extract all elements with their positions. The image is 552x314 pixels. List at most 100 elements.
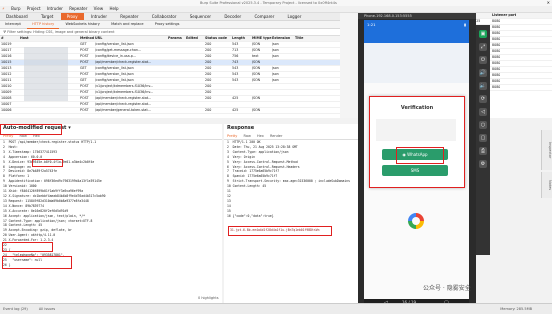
volume-down-icon[interactable]: 🔉	[479, 82, 487, 90]
tab-logger[interactable]: Logger	[282, 13, 308, 20]
phone-app-background	[364, 43, 469, 83]
event-log-link[interactable]: Event log (29)	[3, 307, 28, 311]
tab-http-history[interactable]: HTTP history	[27, 21, 60, 29]
google-logo-icon	[408, 213, 424, 229]
menu-item[interactable]: Burp	[11, 6, 20, 12]
table-cell: 10009	[1, 90, 12, 94]
tab-hex[interactable]: Hex	[257, 134, 264, 138]
rotate-icon[interactable]: ⟳	[479, 95, 487, 103]
table-cell: POST	[80, 108, 89, 112]
table-cell: json	[272, 54, 279, 58]
tab-inspector[interactable]: Inspector	[541, 130, 552, 170]
table-cell: 425	[232, 108, 239, 112]
table-cell: /api/member/general-token-stat...	[95, 108, 151, 112]
table-row[interactable]: 10006 POST/api/member/general-token-stat.…	[0, 108, 340, 114]
table-cell: JSON	[252, 42, 261, 46]
tab-notes[interactable]: Notes	[541, 172, 552, 198]
table-cell: 10008	[1, 96, 12, 100]
power-icon[interactable]: ⏻	[479, 56, 487, 64]
table-cell: POST	[80, 96, 89, 100]
table-cell: 756	[232, 54, 239, 58]
menu-item[interactable]: View	[94, 6, 104, 12]
table-cell: 10007	[1, 102, 12, 106]
home-icon[interactable]: ○	[479, 121, 487, 129]
column-header[interactable]: MIME type	[252, 36, 272, 41]
http-history-table: # Host Method URL Params Edited Status c…	[0, 36, 340, 118]
menu-item[interactable]: Project	[27, 6, 41, 12]
phone-status-bar: 1:21 ▮	[364, 20, 469, 29]
table-cell: /config/version_list.json	[95, 72, 134, 76]
tab-intruder[interactable]: Intruder	[85, 13, 113, 20]
table-cell: GET	[80, 66, 87, 70]
table-cell: 8080	[492, 19, 501, 23]
tab-decoder[interactable]: Decoder	[218, 13, 247, 20]
table-cell: 8080	[492, 85, 501, 89]
table-cell: 743	[232, 60, 239, 64]
tab-render[interactable]: Render	[270, 134, 282, 138]
tab-pretty[interactable]: Pretty	[227, 134, 237, 138]
chevron-down-icon[interactable]: ▾	[68, 125, 71, 131]
table-cell: 8080	[492, 73, 501, 77]
table-cell: GET	[80, 42, 87, 46]
tab-sequencer[interactable]: Sequencer	[184, 13, 217, 20]
tab-match-replace[interactable]: Match and replace	[106, 21, 148, 28]
table-cell: 8080	[492, 31, 501, 35]
column-header[interactable]: Listener port	[492, 13, 516, 18]
table-cell: JSON	[252, 60, 261, 64]
menu-item[interactable]: Help	[109, 6, 118, 12]
android-icon[interactable]: ▣	[479, 30, 487, 38]
all-issues-link[interactable]: All issues	[39, 307, 55, 311]
tab-proxy[interactable]: Proxy	[60, 13, 84, 20]
phone-window-title: Phone-192.168.0.153:5555	[358, 13, 476, 19]
column-header[interactable]: Edited	[186, 36, 204, 41]
tab-raw[interactable]: Raw	[244, 134, 251, 138]
column-header[interactable]: Extension	[272, 36, 294, 41]
tab-websockets-history[interactable]: WebSockets history	[60, 21, 104, 28]
fullscreen-icon[interactable]: ⤢	[479, 43, 487, 51]
column-header[interactable]: #	[1, 36, 18, 41]
response-subtabs: Pretty Raw Hex Render	[224, 133, 358, 140]
back-icon[interactable]: ◁	[479, 108, 487, 116]
table-cell: 8080	[492, 61, 501, 65]
response-title: Response	[227, 125, 255, 131]
tab-dashboard[interactable]: Dashboard	[0, 13, 34, 20]
response-editor[interactable]: 1 HTTP/1.1 200 OK 2 Date: Thu, 21 Aug 202…	[224, 140, 358, 219]
table-cell: /v1/project/kdmembers-f1036/inv...	[95, 84, 154, 88]
menu-item[interactable]: Repeater	[69, 6, 87, 12]
menu-item[interactable]: Intruder	[47, 6, 63, 12]
table-cell: 543	[232, 72, 239, 76]
tab-proxy-settings[interactable]: Proxy settings	[150, 21, 185, 28]
table-cell: text	[252, 54, 259, 58]
column-header[interactable]: Host	[20, 36, 72, 41]
settings-icon[interactable]: ⚙	[479, 160, 487, 168]
response-highlight-box	[228, 226, 332, 236]
table-cell: 543	[232, 66, 239, 70]
sms-label: SMS	[410, 168, 420, 173]
column-header[interactable]: Params	[168, 36, 186, 41]
tab-collaborator[interactable]: Collaborator	[146, 13, 183, 20]
table-cell: 543	[232, 42, 239, 46]
table-cell: 200	[205, 66, 212, 70]
tab-repeater[interactable]: Repeater	[114, 13, 144, 20]
table-cell: 8080	[492, 25, 501, 29]
recents-icon[interactable]: ▢	[479, 134, 487, 142]
tab-intercept[interactable]: Intercept	[0, 21, 26, 28]
table-cell: 8080	[492, 67, 501, 71]
column-header[interactable]: URL	[95, 36, 167, 41]
table-cell: JSON	[252, 48, 261, 52]
filter-bar[interactable]: ⧩ Filter settings: Hiding CSS, image and…	[0, 29, 343, 36]
tab-comparer[interactable]: Comparer	[248, 13, 280, 20]
sms-button[interactable]: SMS	[382, 165, 448, 176]
table-cell: /config/get-message-chan...	[95, 48, 142, 52]
screenshot-icon[interactable]: ⎙	[479, 147, 487, 155]
column-header[interactable]: Status code	[205, 36, 229, 41]
column-header[interactable]: Length	[232, 36, 252, 41]
volume-up-icon[interactable]: 🔊	[479, 69, 487, 77]
tab-target[interactable]: Target	[35, 13, 59, 20]
table-cell: json	[272, 72, 279, 76]
table-cell: 10013	[1, 66, 12, 70]
table-cell: json	[272, 42, 279, 46]
column-header[interactable]: Method	[80, 36, 94, 41]
body-highlight	[2, 256, 72, 269]
column-header[interactable]: Title	[295, 36, 313, 41]
